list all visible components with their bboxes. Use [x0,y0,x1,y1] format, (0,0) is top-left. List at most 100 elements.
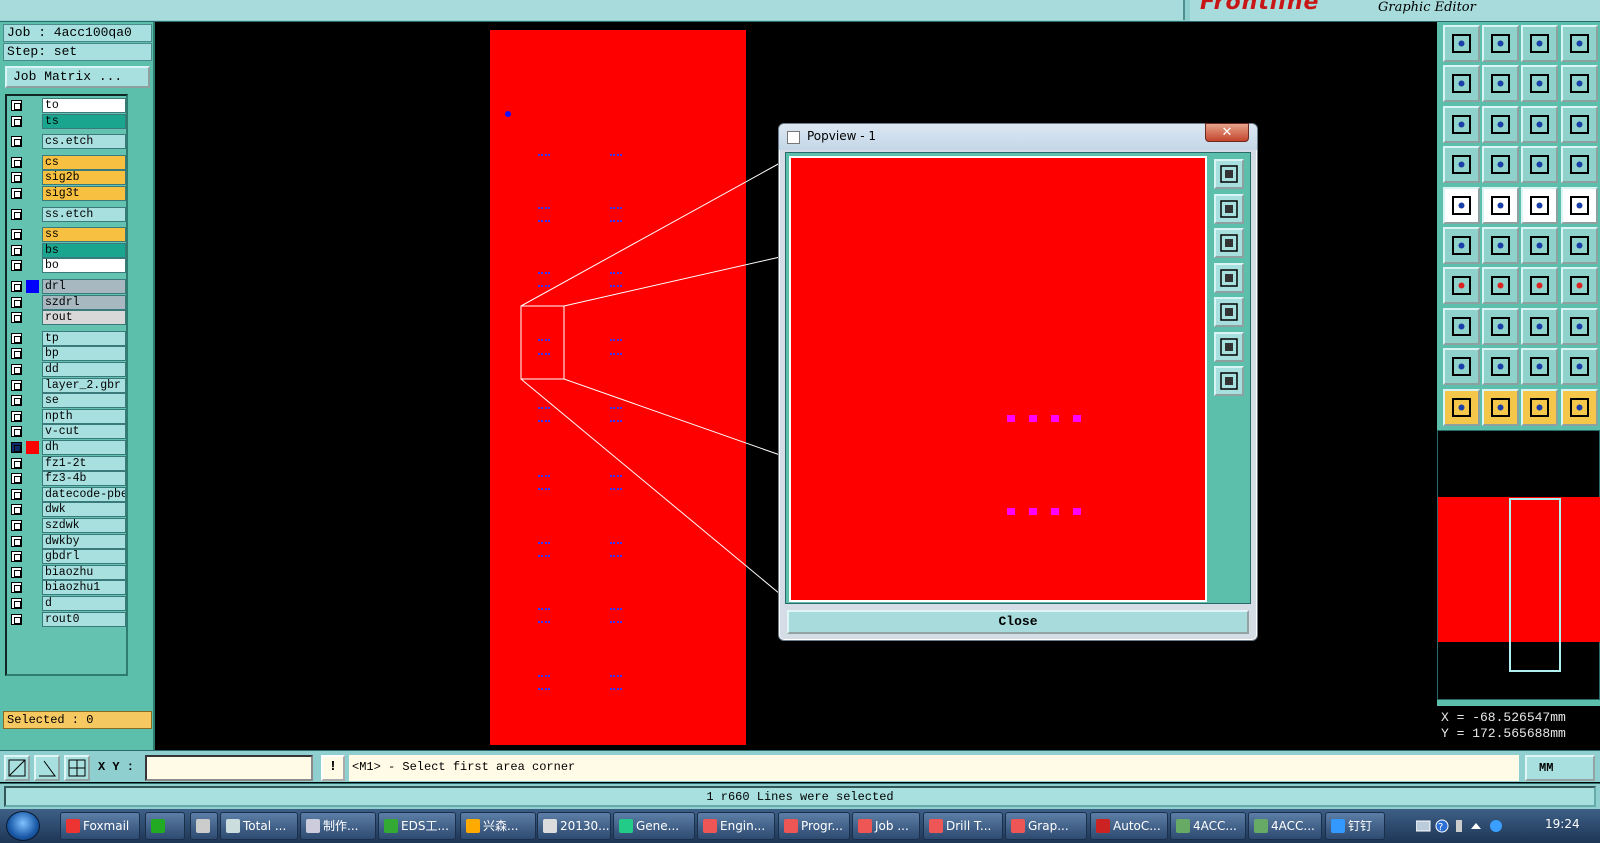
window-icon[interactable] [1561,25,1598,62]
layer-checkbox[interactable] [11,379,22,391]
layer-checkbox[interactable] [11,332,22,344]
taskbar-item[interactable]: 4ACC... [1248,812,1322,840]
pcb-board-view[interactable] [490,30,746,745]
layer-row[interactable]: rout [9,310,127,326]
layer-checkbox[interactable] [11,364,22,375]
taskbar-item[interactable]: Engin... [697,812,775,840]
layer-row[interactable]: layer_2.gbr [9,377,127,393]
scale-icon[interactable] [1521,105,1558,143]
move-down-icon[interactable] [1482,25,1519,62]
layer-name[interactable]: dwk [42,502,126,518]
probe-icon[interactable] [1482,146,1519,184]
layer-row[interactable]: biaozhu1 [9,580,127,596]
taskbar-item[interactable]: 制作... [300,812,376,840]
layer-checkbox[interactable] [11,260,22,272]
ruler-icon[interactable] [1521,186,1558,224]
layer-checkbox[interactable] [11,172,22,184]
zoom-in-icon[interactable] [1214,193,1244,224]
dash-icon[interactable] [1482,307,1519,345]
layer-name[interactable]: fz3-4b [42,471,126,487]
layer-name[interactable]: to [42,98,126,113]
layer-checkbox[interactable] [11,442,22,453]
feature-icon[interactable] [1443,307,1480,345]
layer-checkbox[interactable] [11,613,22,625]
layer-row[interactable]: biaozhu [9,564,127,580]
arrow-line-icon[interactable] [1482,267,1519,305]
layer-row[interactable]: ss [9,227,127,243]
fit-screen-icon[interactable] [1443,105,1480,143]
taskbar-item[interactable]: Total ... [220,812,298,840]
layer-name[interactable]: gbdrl [42,549,126,565]
layer-checkbox[interactable] [11,457,22,469]
popview-close-button[interactable]: Close [787,610,1249,634]
connect-icon[interactable] [1443,227,1480,264]
menu-bar[interactable] [0,0,1185,20]
pad-icon[interactable] [1443,186,1480,224]
zoom-home-icon[interactable] [1214,331,1244,362]
undo-view-icon[interactable] [1521,65,1558,103]
layer-row[interactable]: bp [9,346,127,362]
layer-config-icon[interactable] [1561,146,1598,184]
layer-name[interactable]: biaozhu [42,564,126,580]
layer-checkbox[interactable] [11,156,22,168]
layer-row[interactable]: v-cut [9,424,127,440]
layer-name[interactable]: sig3t [42,186,126,201]
layer-checkbox[interactable] [11,598,22,609]
cluster-icon[interactable] [1561,307,1598,345]
layer-checkbox[interactable] [11,582,22,594]
layer-row[interactable]: to [9,98,127,113]
zoom-all-icon[interactable] [1214,366,1244,396]
angle-icon[interactable] [34,755,60,781]
layer-checkbox[interactable] [11,551,22,563]
layer-checkbox[interactable] [11,208,22,220]
layer-name[interactable]: npth [42,408,126,424]
a-line-icon[interactable] [1521,348,1558,386]
layer-name[interactable]: ss.etch [42,206,126,222]
overview-viewport[interactable] [1509,498,1561,672]
taskbar-item[interactable]: EDS工... [378,812,456,840]
layer-row[interactable]: rout0 [9,611,127,627]
units-selector[interactable]: MM [1525,755,1595,781]
layer-name[interactable]: ts [42,113,126,129]
angle-line-icon[interactable] [1443,267,1480,305]
execute-button[interactable]: ! [321,755,345,781]
layer-row[interactable]: datecode-pbe [9,486,127,502]
tray-icons[interactable]: ? [1416,818,1566,834]
taskbar-item[interactable] [145,812,185,840]
layer-checkbox[interactable] [11,535,22,547]
pointer-icon[interactable] [1443,388,1480,426]
close-icon[interactable]: ✕ [1205,123,1249,142]
taskbar-item[interactable]: 20130... [537,812,611,840]
taskbar-item[interactable]: 钉钉 [1325,812,1385,840]
layer-row[interactable]: d [9,596,127,611]
layer-row[interactable]: szdwk [9,518,127,533]
pan-left-icon[interactable] [1214,262,1244,293]
layer-row[interactable]: sig2b [9,170,127,186]
layer-checkbox[interactable] [11,426,22,438]
help-icon[interactable] [1561,105,1598,143]
taskbar-item[interactable]: Grap... [1005,812,1087,840]
layer-row[interactable]: bo [9,258,127,274]
layer-row[interactable]: npth [9,408,127,424]
layer-checkbox[interactable] [11,229,22,241]
xy-input[interactable] [145,755,313,781]
layer-row[interactable]: dh [9,440,127,455]
layer-checkbox[interactable] [11,348,22,360]
layer-checkbox[interactable] [11,115,22,127]
move-up-icon[interactable] [1443,25,1480,62]
layer-name[interactable]: se [42,393,126,409]
layer-name[interactable]: biaozhu1 [42,580,126,596]
snap-icon[interactable] [4,755,30,781]
a-warning-icon[interactable] [1561,348,1598,386]
arc-icon[interactable] [1521,267,1558,305]
layer-checkbox[interactable] [11,188,22,199]
layer-row[interactable]: bs [9,242,127,258]
job-matrix-button[interactable]: Job Matrix ... [5,66,150,88]
select-circle-icon[interactable] [1521,388,1558,426]
layer-checkbox[interactable] [11,410,22,422]
home-icon[interactable] [1521,25,1558,62]
layer-row[interactable]: dd [9,362,127,377]
layer-row[interactable]: ts [9,113,127,129]
layer-name[interactable]: datecode-pbe [42,486,126,502]
layer-row[interactable]: se [9,393,127,409]
